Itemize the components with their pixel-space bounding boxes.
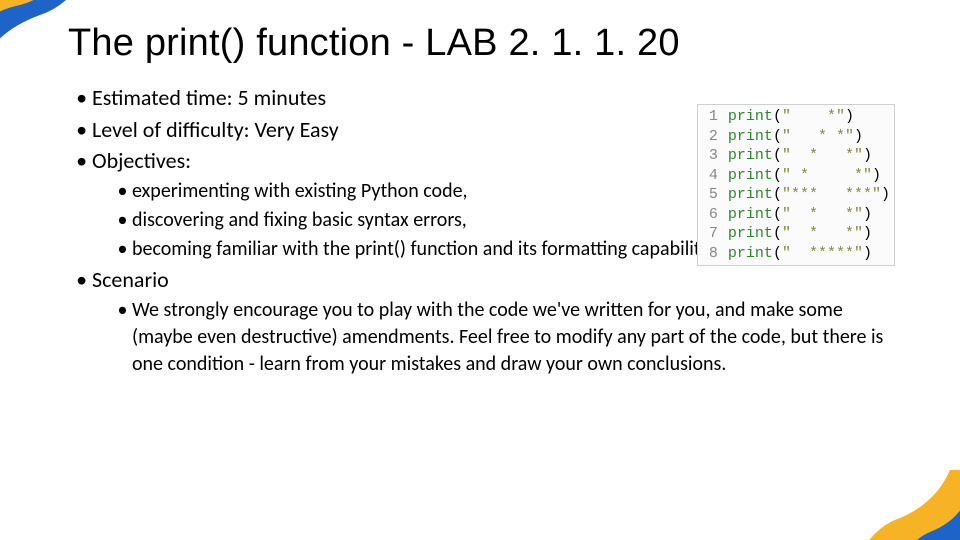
code-line: 2print(" * *") (700, 127, 890, 147)
code-line: 6print(" * *") (700, 205, 890, 225)
objectives-label: Objectives: (92, 147, 191, 174)
code-line: 3print(" * *") (700, 146, 890, 166)
code-line: 7print(" * *") (700, 224, 890, 244)
code-line: 1print(" *") (700, 107, 890, 127)
scenario-label: Scenario (92, 266, 169, 293)
slide: The print() function - LAB 2. 1. 1. 20 1… (0, 0, 960, 540)
slide-title: The print() function - LAB 2. 1. 1. 20 (68, 22, 900, 65)
code-line: 5print("*** ***") (700, 185, 890, 205)
code-line: 4print(" * *") (700, 166, 890, 186)
bullet-scenario: Scenario We strongly encourage you to pl… (92, 265, 900, 378)
code-line: 8print(" *****") (700, 244, 890, 264)
scenario-body: We strongly encourage you to play with t… (132, 297, 900, 378)
code-screenshot: 1print(" *")2print(" * *")3print(" * *")… (697, 104, 895, 266)
